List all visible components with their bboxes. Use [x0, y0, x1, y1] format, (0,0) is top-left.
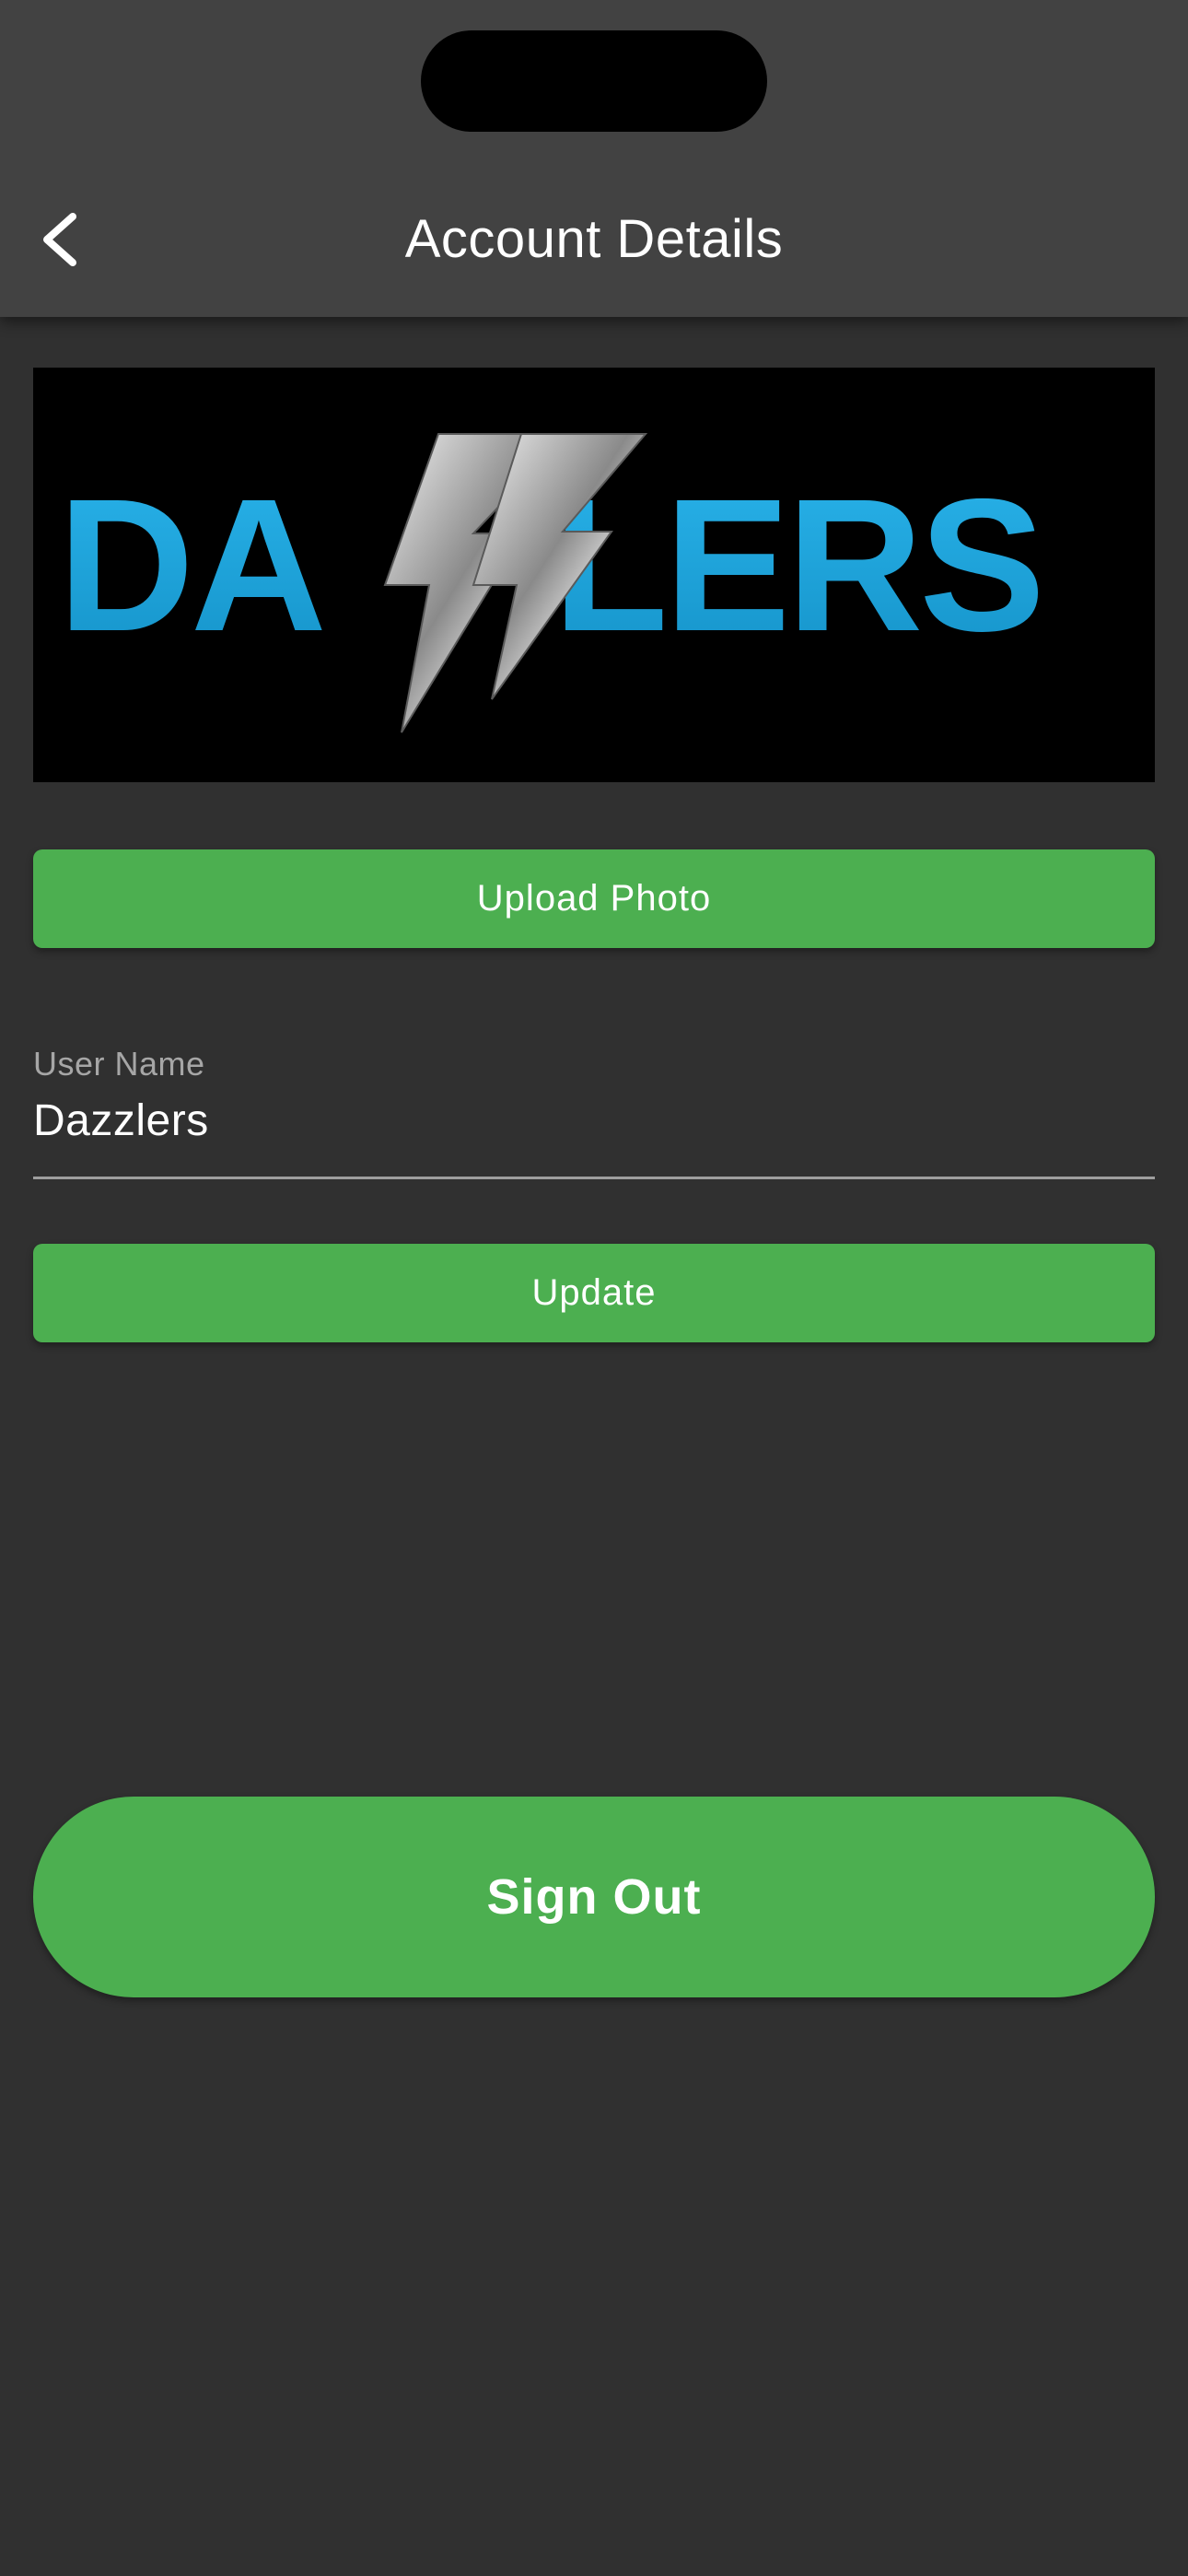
sign-out-button[interactable]: Sign Out [33, 1797, 1155, 1997]
main-content: DA LERS Upload Photo User Name Dazzlers … [33, 368, 1155, 1342]
username-field[interactable]: User Name Dazzlers [33, 1045, 1155, 1179]
app-bar: Account Details [0, 0, 1188, 317]
dazzlers-logo: DA LERS [58, 433, 1045, 733]
update-button[interactable]: Update [33, 1244, 1155, 1342]
svg-text:DA: DA [58, 460, 323, 671]
page-title: Account Details [404, 209, 784, 269]
svg-text:LERS: LERS [553, 460, 1042, 671]
dynamic-island [421, 30, 767, 132]
username-input[interactable]: Dazzlers [33, 1095, 209, 1146]
upload-photo-button[interactable]: Upload Photo [33, 849, 1155, 948]
profile-photo: DA LERS [33, 368, 1155, 782]
username-label: User Name [33, 1045, 205, 1083]
